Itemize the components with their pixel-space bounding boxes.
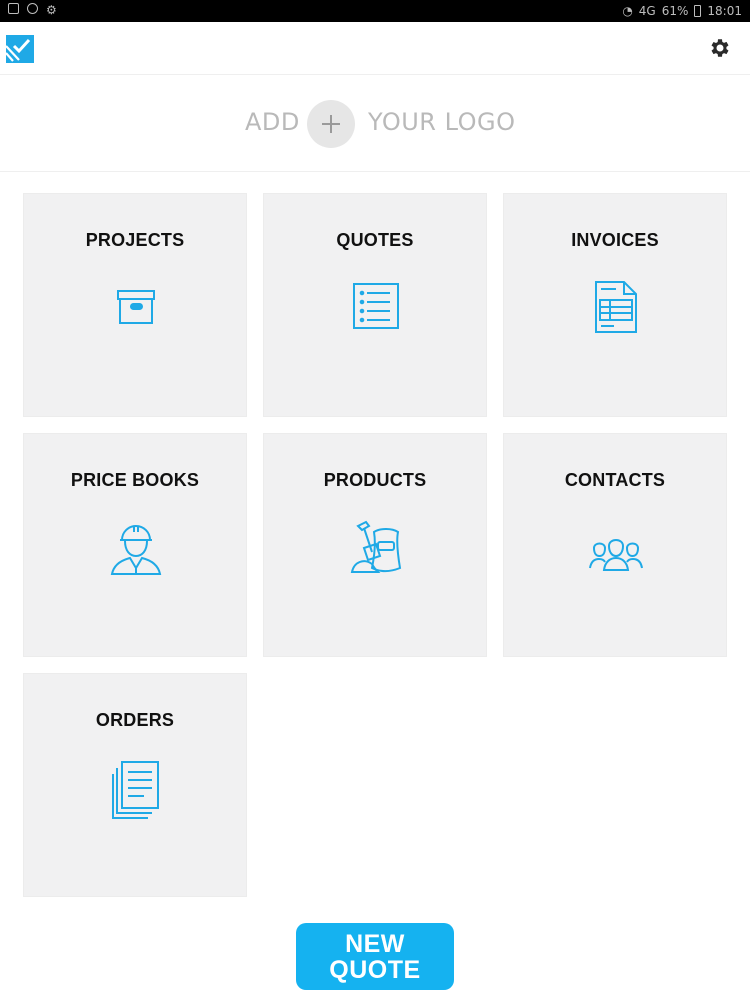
tile-quotes-label: QUOTES xyxy=(336,230,414,250)
tile-price-books-label: PRICE BOOKS xyxy=(70,470,200,490)
your-logo-label: YOUR LOGO xyxy=(368,108,516,136)
logo-upload-area: ADD YOUR LOGO xyxy=(0,75,750,172)
tile-products-label: PRODUCTS xyxy=(323,470,427,490)
tile-price-books[interactable]: PRICE BOOKS xyxy=(23,433,247,657)
stacked-documents-icon xyxy=(112,761,159,819)
signal-text: 4G xyxy=(638,4,656,18)
tile-contacts[interactable]: CONTACTS xyxy=(503,433,727,657)
image-notification-icon xyxy=(8,3,19,14)
tile-invoices[interactable]: INVOICES xyxy=(503,193,727,417)
settings-gear-icon[interactable] xyxy=(708,36,732,60)
add-logo-label: ADD xyxy=(245,108,300,136)
people-group-icon xyxy=(589,539,643,571)
new-quote-button[interactable]: NEW QUOTE xyxy=(296,923,454,990)
tile-products[interactable]: PRODUCTS xyxy=(263,433,487,657)
status-bar: ⚙ ◔ 4G 61% 18:01 xyxy=(0,0,750,22)
new-quote-line1: NEW xyxy=(345,929,405,958)
tile-orders[interactable]: ORDERS xyxy=(23,673,247,897)
app-logo-icon xyxy=(5,35,34,63)
app-header xyxy=(0,22,750,75)
tile-orders-label: ORDERS xyxy=(95,710,175,730)
battery-icon xyxy=(694,5,702,17)
list-document-icon xyxy=(353,283,399,329)
clock: 18:01 xyxy=(707,4,742,18)
shovel-sack-icon xyxy=(350,520,402,573)
battery-percent: 61% xyxy=(661,4,689,18)
wifi-icon: ◔ xyxy=(622,4,633,18)
settings-notification-icon: ⚙ xyxy=(46,3,57,17)
camera-notification-icon xyxy=(27,3,38,14)
worker-helmet-icon xyxy=(110,525,162,575)
archive-box-icon xyxy=(117,290,155,324)
tile-projects-label: PROJECTS xyxy=(85,230,185,250)
tile-quotes[interactable]: QUOTES xyxy=(263,193,487,417)
invoice-document-icon xyxy=(595,281,637,333)
tile-contacts-label: CONTACTS xyxy=(564,470,666,490)
add-logo-button[interactable] xyxy=(307,100,355,148)
tile-projects[interactable]: PROJECTS xyxy=(23,193,247,417)
tile-invoices-label: INVOICES xyxy=(571,230,659,250)
new-quote-line2: QUOTE xyxy=(329,955,421,984)
